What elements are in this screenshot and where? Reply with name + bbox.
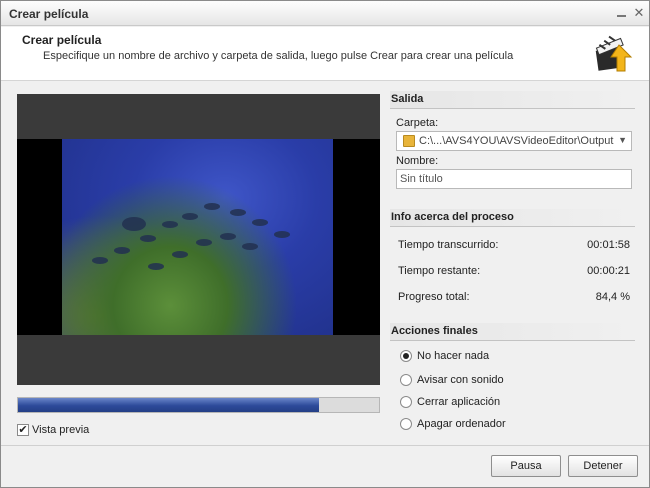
- close-icon: ✕: [633, 5, 645, 20]
- remaining-label: Tiempo restante:: [398, 265, 481, 277]
- clapperboard-icon: [595, 35, 633, 72]
- minimize-icon: [616, 15, 626, 17]
- video-preview: [17, 94, 380, 385]
- fish-shape: [220, 233, 236, 240]
- radio-label: No hacer nada: [417, 350, 490, 362]
- fish-shape: [204, 203, 220, 210]
- fish-shape: [122, 217, 146, 231]
- radio-button[interactable]: [400, 396, 412, 408]
- radio-button[interactable]: [400, 350, 412, 362]
- title-bar: Crear película ✕: [1, 1, 649, 26]
- radio-label: Cerrar aplicación: [417, 396, 501, 408]
- radio-button[interactable]: [400, 418, 412, 430]
- folder-label: Carpeta:: [396, 117, 439, 129]
- chevron-down-icon: ▼: [618, 135, 627, 145]
- fish-shape: [162, 221, 178, 228]
- fish-shape: [172, 251, 188, 258]
- video-image: [62, 139, 333, 335]
- final-actions-heading: Acciones finales: [390, 323, 635, 341]
- preview-checkbox[interactable]: ✔: [17, 424, 29, 436]
- name-label: Nombre:: [396, 155, 439, 167]
- file-name-field[interactable]: [396, 169, 632, 189]
- fish-shape: [274, 231, 290, 238]
- fish-shape: [182, 213, 198, 220]
- radio-label: Avisar con sonido: [417, 374, 504, 386]
- file-name-input[interactable]: [397, 170, 631, 188]
- total-progress-value: 84,4 %: [595, 291, 630, 303]
- header-title: Crear película: [22, 33, 102, 47]
- remaining-value: 00:00:21: [587, 265, 630, 277]
- window-title: Crear película: [9, 7, 89, 21]
- output-folder-value: C:\...\AVS4YOU\AVSVideoEditor\Output: [419, 135, 614, 147]
- checkmark-icon: ✔: [18, 424, 28, 436]
- fish-shape: [140, 235, 156, 242]
- radio-label: Apagar ordenador: [417, 418, 506, 430]
- total-progress-label: Progreso total:: [398, 291, 470, 303]
- fish-shape: [242, 243, 258, 250]
- stop-button[interactable]: Detener: [568, 455, 638, 477]
- info-row-elapsed: Tiempo transcurrido: 00:01:58: [398, 239, 630, 251]
- close-button[interactable]: ✕: [631, 4, 647, 22]
- fish-shape: [92, 257, 108, 264]
- info-row-total-progress: Progreso total: 84,4 %: [398, 291, 630, 303]
- fish-shape: [252, 219, 268, 226]
- video-frame: [17, 139, 380, 335]
- create-movie-window: Crear película ✕ Crear película Especifi…: [0, 0, 650, 488]
- elapsed-label: Tiempo transcurrido:: [398, 239, 499, 251]
- info-row-remaining: Tiempo restante: 00:00:21: [398, 265, 630, 277]
- preview-checkbox-label: Vista previa: [32, 424, 90, 436]
- output-folder-select[interactable]: C:\...\AVS4YOU\AVSVideoEditor\Output ▼: [396, 131, 632, 151]
- header-subtitle: Especifique un nombre de archivo y carpe…: [43, 50, 514, 62]
- fish-shape: [114, 247, 130, 254]
- minimize-button[interactable]: [613, 4, 629, 22]
- process-info-heading: Info acerca del proceso: [390, 209, 635, 227]
- footer-bar: Pausa Detener: [1, 445, 649, 487]
- salida-heading: Salida: [390, 91, 635, 109]
- elapsed-value: 00:01:58: [587, 239, 630, 251]
- render-progress-bar: [17, 397, 380, 413]
- header-panel: Crear película Especifique un nombre de …: [1, 27, 649, 81]
- fish-shape: [196, 239, 212, 246]
- folder-icon: [403, 135, 415, 147]
- fish-shape: [230, 209, 246, 216]
- render-progress-fill: [18, 398, 320, 412]
- radio-button[interactable]: [400, 374, 412, 386]
- fish-shape: [148, 263, 164, 270]
- pause-button[interactable]: Pausa: [491, 455, 561, 477]
